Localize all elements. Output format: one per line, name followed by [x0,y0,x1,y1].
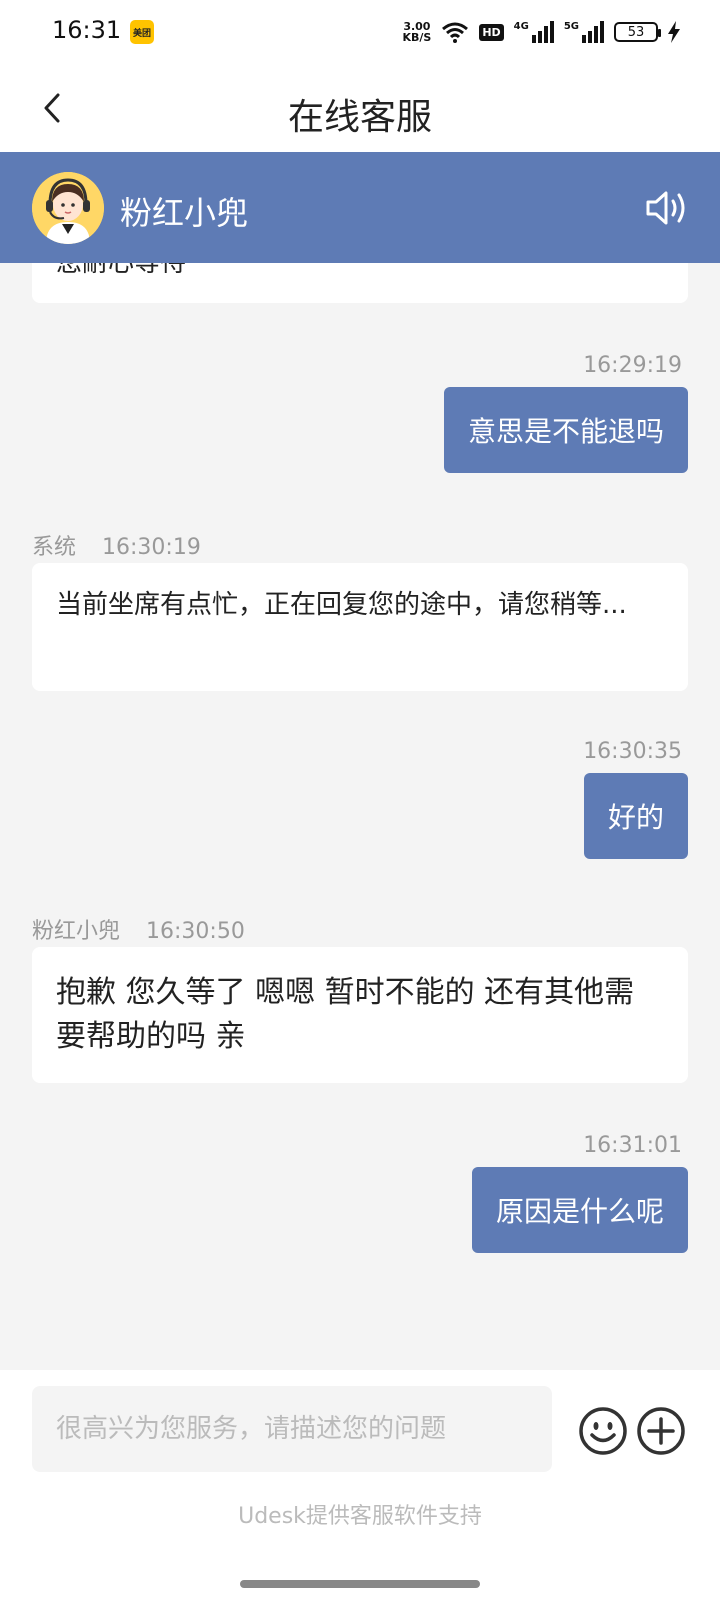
signal-4g-label: 4G [513,21,529,32]
status-bar: 16:31 美团 3.00 KB/S HD 4G 5G 53 [0,0,720,64]
agent-bar: 粉红小兜 [0,152,720,263]
signal-5g: 5G [564,21,604,43]
signal-4g: 4G [514,21,554,43]
status-time: 16:31 [52,16,122,44]
message-text: 原因是什么呢 [495,1195,664,1228]
message-text: 意思是不能退吗 [467,415,664,448]
message-bubble-agent: 抱歉 您久等了 嗯嗯 暂时不能的 还有其他需要帮助的吗 亲 [32,947,688,1083]
message-text: 好的 [607,801,664,834]
page-title: 在线客服 [287,97,432,138]
message-input[interactable] [32,1386,552,1472]
wifi-icon [442,22,469,43]
emoji-icon [579,1407,627,1455]
home-indicator[interactable] [240,1580,480,1588]
agent-name: 粉红小兜 [120,194,249,232]
powered-by-note: Udesk提供客服软件支持 [238,1504,482,1529]
network-speed: 3.00 KB/S [402,21,431,43]
top-navigation: 在线客服 [0,64,720,152]
message-bubble-user: 意思是不能退吗 [443,387,688,473]
speaker-icon [646,191,685,225]
message-bubble-user: 好的 [583,773,688,859]
speaker-toggle-button[interactable] [644,188,692,228]
message-text: 抱歉 您久等了 嗯嗯 暂时不能的 还有其他需要帮助的吗 亲 [56,975,635,1054]
message-meta: 系统 16:30:19 [32,529,201,561]
message-sender: 粉红小兜 [32,919,121,944]
status-icons: 3.00 KB/S HD 4G 5G 53 [402,16,680,48]
message-time: 16:30:50 [146,919,245,944]
headset-agent-icon [32,172,104,244]
message-bubble-user: 原因是什么呢 [471,1167,688,1253]
message-time: 16:30:19 [102,535,201,560]
meituan-app-icon: 美团 [130,20,154,44]
hd-voice-badge: HD [479,23,504,41]
message-text: 当前坐席有点忙，正在回复您的途中，请您稍等... [56,590,627,620]
message-text: 您耐心等待 [56,263,187,278]
agent-avatar [32,172,104,244]
emoji-button[interactable] [578,1406,628,1456]
message-time: 16:30:35 [583,739,682,764]
signal-icon [582,21,604,43]
message-sender: 系统 [32,535,77,560]
message-bubble-agent: 您耐心等待 [32,263,688,303]
message-time: 16:31:01 [583,1133,682,1158]
more-options-button[interactable] [636,1406,686,1456]
charging-icon [668,21,680,43]
message-bubble-system: 当前坐席有点忙，正在回复您的途中，请您稍等... [32,563,688,691]
composer: Udesk提供客服软件支持 [0,1370,720,1600]
message-meta: 粉红小兜 16:30:50 [32,913,245,945]
message-time: 16:29:19 [583,353,682,378]
signal-5g-label: 5G [563,21,579,32]
chat-messages[interactable]: 您耐心等待 16:29:19 意思是不能退吗 系统 16:30:19 当前坐席有点… [0,263,720,1370]
signal-icon [531,21,554,43]
plus-icon [637,1407,685,1455]
network-speed-unit: KB/S [402,31,432,44]
battery-indicator: 53 [614,22,661,42]
